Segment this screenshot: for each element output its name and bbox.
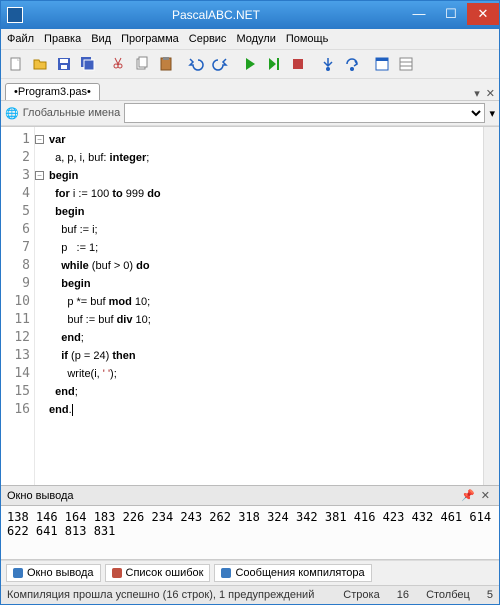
menu-Вид[interactable]: Вид [91,33,111,45]
code-line[interactable]: p := 1; [49,239,483,257]
menu-Помощь[interactable]: Помощь [286,33,329,45]
run-button[interactable] [239,53,261,75]
output-header: Окно вывода 📌 ✕ [1,485,499,506]
line-number: 13 [1,347,34,365]
window-title: PascalABC.NET [29,8,403,22]
status-line-label: Строка [343,589,379,601]
status-bar: Компиляция прошла успешно (16 строк), 1 … [1,585,499,604]
code-line[interactable]: var [49,131,483,149]
step-into-button[interactable] [317,53,339,75]
scrollbar-vertical[interactable] [483,127,499,485]
status-col-value: 5 [487,589,493,601]
code-line[interactable]: end; [49,383,483,401]
menu-Файл[interactable]: Файл [7,33,34,45]
line-number: 9 [1,275,34,293]
code-line[interactable]: begin [49,275,483,293]
tab-list-button[interactable]: ▾ [474,87,480,100]
status-col-label: Столбец [426,589,470,601]
line-number: 7 [1,239,34,257]
bottom-tab[interactable]: Список ошибок [105,564,211,582]
line-number: 16 [1,401,34,419]
tab-icon [112,568,122,578]
undo-button[interactable] [185,53,207,75]
code-line[interactable]: buf := i; [49,221,483,239]
code-line[interactable]: a, p, i, buf: integer; [49,149,483,167]
form-designer-button[interactable] [371,53,393,75]
line-number: 1− [1,131,34,149]
code-area[interactable]: var a, p, i, buf: integer;begin for i :=… [35,127,483,485]
code-line[interactable]: end. [49,401,483,419]
menu-Программа[interactable]: Программа [121,33,179,45]
tab-close-button[interactable]: ✕ [486,87,495,100]
tab-label: Окно вывода [27,567,94,579]
code-line[interactable]: begin [49,167,483,185]
minimize-button[interactable]: — [403,3,435,25]
tab-icon [221,568,231,578]
fold-icon[interactable]: − [35,171,44,180]
paste-button[interactable] [155,53,177,75]
bottom-tab[interactable]: Сообщения компилятора [214,564,371,582]
tab-icon [13,568,23,578]
pin-icon[interactable]: 📌 [458,489,478,502]
step-over-button[interactable] [341,53,363,75]
cut-button[interactable] [107,53,129,75]
output-close-button[interactable]: ✕ [478,489,493,502]
bottom-tab-bar: Окно вывода Список ошибок Сообщения компил… [1,560,499,585]
code-line[interactable]: write(i, ' '); [49,365,483,383]
tab-label: Сообщения компилятора [235,567,364,579]
stop-button[interactable] [287,53,309,75]
code-line[interactable]: end; [49,329,483,347]
line-number: 2 [1,149,34,167]
menu-bar: Файл Правка Вид Программа Сервис Модули Помощь [1,29,499,50]
output-title: Окно вывода [7,490,458,502]
open-file-button[interactable] [29,53,51,75]
close-button[interactable]: ✕ [467,3,499,25]
code-line[interactable]: p *= buf mod 10; [49,293,483,311]
line-number: 12 [1,329,34,347]
new-file-button[interactable] [5,53,27,75]
chevron-down-icon[interactable]: ▾ [489,107,495,120]
title-bar: PascalABC.NET — ☐ ✕ [1,1,499,29]
code-line[interactable]: if (p = 24) then [49,347,483,365]
app-icon [7,7,23,23]
scope-bar: 🌐 Глобальные имена ▾ [1,101,499,126]
line-number: 4 [1,185,34,203]
code-line[interactable]: buf := buf div 10; [49,311,483,329]
gutter: 1−23−45678910111213141516 [1,127,35,485]
redo-button[interactable] [209,53,231,75]
fold-icon[interactable]: − [35,135,44,144]
status-message: Компиляция прошла успешно (16 строк), 1 … [7,589,329,601]
toolbar [1,50,499,79]
save-button[interactable] [53,53,75,75]
tab-label: Список ошибок [126,567,204,579]
save-all-button[interactable] [77,53,99,75]
editor-tab-bar: •Program3.pas• ▾ ✕ [1,79,499,101]
line-number: 5 [1,203,34,221]
menu-Модули[interactable]: Модули [236,33,275,45]
code-line[interactable]: while (buf > 0) do [49,257,483,275]
status-line-value: 16 [397,589,409,601]
maximize-button[interactable]: ☐ [435,3,467,25]
line-number: 6 [1,221,34,239]
line-number: 14 [1,365,34,383]
copy-button[interactable] [131,53,153,75]
code-editor[interactable]: 1−23−45678910111213141516 var a, p, i, b… [1,126,499,485]
menu-Правка[interactable]: Правка [44,33,81,45]
line-number: 10 [1,293,34,311]
menu-Сервис[interactable]: Сервис [189,33,227,45]
line-number: 11 [1,311,34,329]
scope-dropdown[interactable] [124,103,485,123]
globe-icon: 🌐 [5,107,19,120]
code-line[interactable]: for i := 100 to 999 do [49,185,483,203]
code-line[interactable]: begin [49,203,483,221]
line-number: 15 [1,383,34,401]
line-number: 3− [1,167,34,185]
output-pane[interactable]: 138 146 164 183 226 234 243 262 318 324 … [1,506,499,560]
bottom-tab[interactable]: Окно вывода [6,564,101,582]
scope-label: Глобальные имена [23,107,121,119]
class-view-button[interactable] [395,53,417,75]
run-no-debug-button[interactable] [263,53,285,75]
editor-tab[interactable]: •Program3.pas• [5,83,100,100]
line-number: 8 [1,257,34,275]
